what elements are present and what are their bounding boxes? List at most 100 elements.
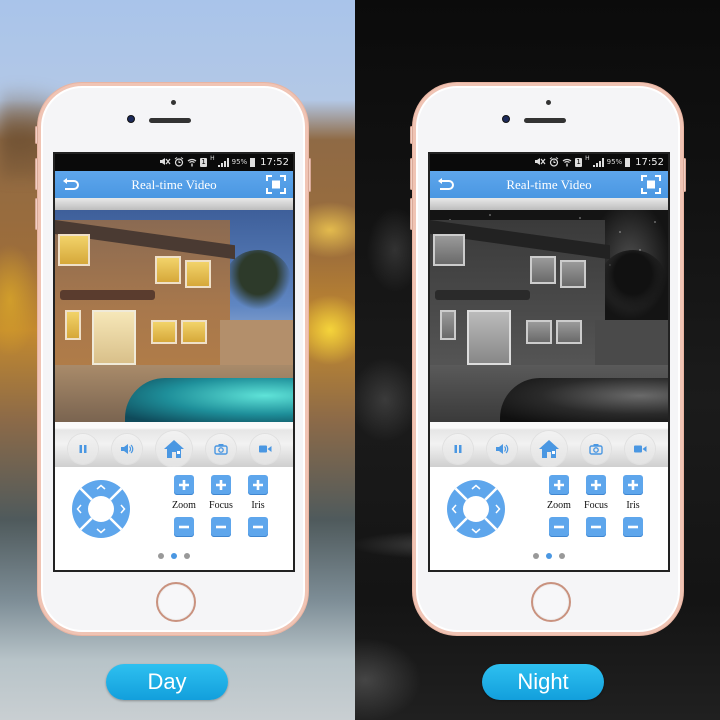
- zoom-label: Zoom: [547, 500, 571, 511]
- zoom-label: Zoom: [172, 500, 196, 511]
- clock: 17:52: [260, 157, 289, 168]
- live-video-feed[interactable]: [430, 210, 668, 422]
- page-dot[interactable]: [158, 553, 164, 559]
- focus-minus-button[interactable]: [586, 517, 606, 537]
- back-arrow-icon[interactable]: [437, 176, 455, 192]
- proximity-sensor: [546, 100, 551, 105]
- app-screen: 1 H 95% 17:52 Real-time Video Zoom Focus…: [53, 152, 295, 572]
- camera-icon: [589, 443, 603, 455]
- back-arrow-icon[interactable]: [62, 176, 80, 192]
- iris-plus-button[interactable]: [623, 475, 643, 495]
- iris-minus-button[interactable]: [623, 517, 643, 537]
- minus-icon: [554, 525, 564, 529]
- video-record-icon: [259, 445, 272, 452]
- volume-down-button: [410, 198, 413, 230]
- focus-plus-button[interactable]: [211, 475, 231, 495]
- iris-label: Iris: [251, 500, 265, 511]
- focus-label: Focus: [584, 500, 608, 511]
- home-button[interactable]: [531, 582, 571, 622]
- zoom-control: Zoom: [167, 475, 201, 537]
- pause-button[interactable]: [443, 433, 473, 464]
- zoom-control: Zoom: [542, 475, 576, 537]
- home-icon: [164, 439, 184, 458]
- video-toolbar: [55, 422, 293, 467]
- page-title: Real-time Video: [131, 176, 217, 192]
- ptz-direction-pad[interactable]: [71, 479, 131, 539]
- iris-label: Iris: [626, 500, 640, 511]
- page-dot[interactable]: [533, 553, 539, 559]
- live-video-feed[interactable]: [55, 210, 293, 422]
- zoom-in-button[interactable]: [174, 475, 194, 495]
- minus-icon: [216, 525, 226, 529]
- video-record-icon: [634, 445, 647, 452]
- zoom-in-button[interactable]: [549, 475, 569, 495]
- volume-down-button: [35, 198, 38, 230]
- swimming-pool: [125, 378, 293, 422]
- home-icon: [539, 439, 559, 458]
- status-bar: 1 H 95% 17:52: [55, 154, 293, 171]
- focus-plus-button[interactable]: [586, 475, 606, 495]
- snapshot-button[interactable]: [581, 433, 611, 464]
- sim-icon: 1: [200, 158, 208, 167]
- focus-minus-button[interactable]: [211, 517, 231, 537]
- page-indicator: [55, 553, 293, 559]
- mute-switch: [410, 126, 413, 144]
- alarm-icon: [549, 156, 559, 169]
- ptz-direction-pad[interactable]: [446, 479, 506, 539]
- snapshot-button[interactable]: [206, 433, 236, 464]
- page-title: Real-time Video: [506, 176, 592, 192]
- plus-icon: [591, 480, 601, 490]
- iris-minus-button[interactable]: [248, 517, 268, 537]
- record-button[interactable]: [625, 433, 655, 464]
- iris-plus-button[interactable]: [248, 475, 268, 495]
- plus-icon: [554, 480, 564, 490]
- speaker-icon: [121, 443, 134, 454]
- video-toolbar: [430, 422, 668, 467]
- page-dot[interactable]: [171, 553, 177, 559]
- fullscreen-icon[interactable]: [641, 175, 661, 194]
- phone-night: 1 H 95% 17:52 Real-time Video Zoom Focus…: [410, 83, 686, 635]
- minus-icon: [253, 525, 263, 529]
- power-button: [308, 158, 311, 192]
- home-button[interactable]: [156, 582, 196, 622]
- plus-icon: [253, 480, 263, 490]
- power-button: [683, 158, 686, 192]
- audio-button[interactable]: [487, 433, 517, 464]
- audio-button[interactable]: [112, 433, 142, 464]
- lens-controls: Zoom Focus Iris: [542, 475, 654, 545]
- app-screen: 1 H 95% 17:52 Real-time Video Zoom Focus…: [428, 152, 670, 572]
- status-bar: 1 H 95% 17:52: [430, 154, 668, 171]
- focus-label: Focus: [209, 500, 233, 511]
- signal-icon: [217, 158, 229, 167]
- signal-icon: [592, 158, 604, 167]
- page-dot[interactable]: [546, 553, 552, 559]
- pause-button[interactable]: [68, 433, 98, 464]
- wifi-icon: [562, 157, 572, 169]
- camera-icon: [214, 443, 228, 455]
- night-label: Night: [482, 664, 604, 700]
- fullscreen-icon[interactable]: [266, 175, 286, 194]
- phone-day: 1 H 95% 17:52 Real-time Video Zoom Focus…: [35, 83, 311, 635]
- volume-up-button: [35, 158, 38, 190]
- zoom-out-button[interactable]: [174, 517, 194, 537]
- iris-control: Iris: [241, 475, 275, 537]
- title-bar: Real-time Video: [430, 171, 668, 198]
- battery-percent: 95%: [231, 158, 248, 166]
- volume-up-button: [410, 158, 413, 190]
- proximity-sensor: [171, 100, 176, 105]
- plus-icon: [628, 480, 638, 490]
- video-header-bar: [55, 198, 293, 210]
- zoom-out-button[interactable]: [549, 517, 569, 537]
- record-button[interactable]: [250, 433, 280, 464]
- home-position-button[interactable]: [531, 430, 567, 467]
- video-header-bar: [430, 198, 668, 210]
- network-type-icon: H: [585, 155, 590, 162]
- ptz-controls: Zoom Focus Iris: [55, 467, 293, 563]
- alarm-icon: [174, 156, 184, 169]
- house: [430, 220, 610, 368]
- swimming-pool: [500, 378, 668, 422]
- page-dot[interactable]: [559, 553, 565, 559]
- home-position-button[interactable]: [156, 430, 192, 467]
- page-dot[interactable]: [184, 553, 190, 559]
- page-indicator: [430, 553, 668, 559]
